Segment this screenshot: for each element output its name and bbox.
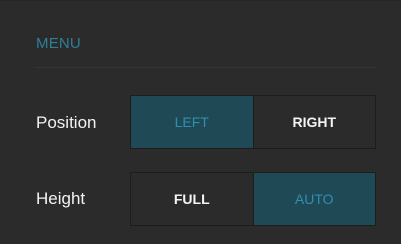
height-full-option[interactable]: FULL [131,173,253,225]
position-label: Position [36,113,97,132]
height-label: Height [36,189,86,208]
height-auto-option[interactable]: AUTO [252,173,375,225]
position-right-option[interactable]: RIGHT [252,96,376,148]
menu-divider [36,67,376,68]
menu-settings-panel: MENU Position LEFT RIGHT Height FULL AUT… [0,0,401,244]
menu-title: MENU [36,35,81,52]
position-left-option[interactable]: LEFT [131,96,253,148]
position-segmented-control: LEFT RIGHT [130,95,376,149]
height-segmented-control: FULL AUTO [130,172,376,226]
